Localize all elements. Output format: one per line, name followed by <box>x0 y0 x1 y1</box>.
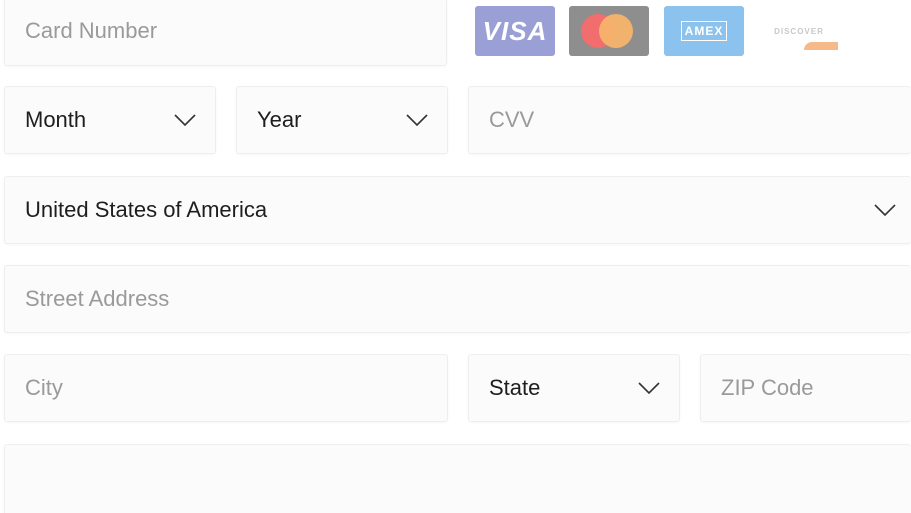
chevron-down-icon <box>173 113 197 127</box>
discover-logo-text: DISCOVER <box>774 26 824 36</box>
discover-logo: DISCOVER <box>758 6 840 56</box>
state-select-value: State <box>489 375 541 400</box>
country-select-value: United States of America <box>25 197 268 222</box>
zip-code-placeholder: ZIP Code <box>721 375 814 400</box>
country-select[interactable]: United States of America <box>4 176 911 244</box>
chevron-down-icon <box>405 113 429 127</box>
card-number-field[interactable]: Card Number <box>4 0 447 66</box>
state-select[interactable]: State <box>468 354 680 422</box>
amex-logo: AMEX <box>664 6 744 56</box>
visa-logo: VISA <box>475 6 555 56</box>
street-address-placeholder: Street Address <box>25 286 170 311</box>
cvv-field[interactable]: CVV <box>468 86 911 154</box>
zip-code-field[interactable]: ZIP Code <box>700 354 911 422</box>
mastercard-orange-circle <box>599 14 633 48</box>
payment-form: Card Number VISA AMEX DISCOVER Month Yea… <box>0 0 911 513</box>
discover-stripe <box>804 42 838 50</box>
city-field[interactable]: City <box>4 354 448 422</box>
cvv-placeholder: CVV <box>489 107 535 132</box>
street-address-field[interactable]: Street Address <box>4 265 911 333</box>
month-select-value: Month <box>25 107 87 132</box>
visa-logo-text: VISA <box>482 15 548 46</box>
mastercard-logo <box>569 6 649 56</box>
year-select[interactable]: Year <box>236 86 448 154</box>
month-select[interactable]: Month <box>4 86 216 154</box>
chevron-down-icon <box>873 203 897 217</box>
amex-logo-text: AMEX <box>680 21 728 41</box>
card-number-placeholder: Card Number <box>25 18 158 43</box>
chevron-down-icon <box>637 381 661 395</box>
city-placeholder: City <box>25 375 63 400</box>
additional-field[interactable] <box>4 444 911 513</box>
year-select-value: Year <box>257 107 302 132</box>
